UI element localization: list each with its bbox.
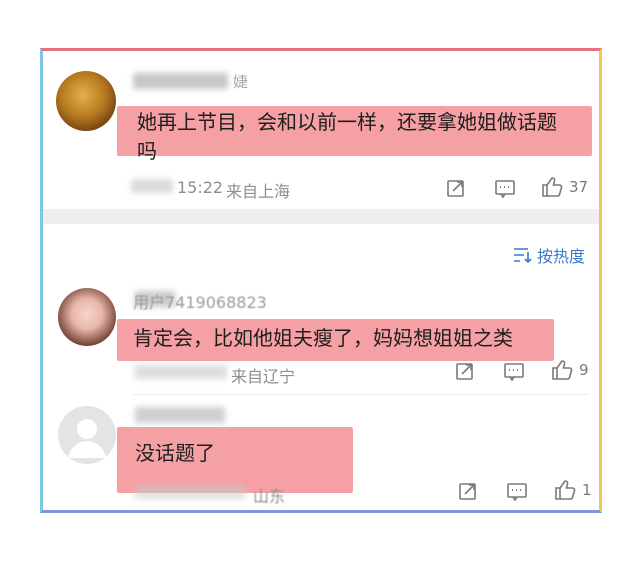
like-button[interactable]: 1 [553, 478, 592, 502]
username-visible[interactable]: 用户7419068823 [133, 289, 267, 313]
like-count: 37 [569, 178, 589, 196]
repost-icon [456, 363, 473, 380]
like-count: 1 [582, 481, 592, 499]
comment-text: 肯定会，比如他姐夫瘦了，妈妈想姐姐之类 [133, 326, 513, 350]
avatar[interactable] [56, 71, 116, 131]
like-icon [542, 177, 563, 197]
comment-icon [504, 363, 524, 382]
repost-button[interactable] [454, 360, 476, 382]
comment-button[interactable] [506, 480, 528, 502]
like-button[interactable]: 37 [540, 175, 588, 199]
sort-label: 按热度 [536, 247, 585, 266]
date-obscured [135, 485, 245, 499]
comment-icon [495, 180, 515, 199]
comment-icon [507, 483, 527, 502]
section-divider [43, 209, 599, 224]
default-avatar-icon [68, 419, 106, 458]
username-obscured [133, 73, 228, 89]
repost-button[interactable] [445, 177, 467, 199]
repost-icon [459, 483, 476, 500]
like-icon [552, 360, 573, 380]
repost-button[interactable] [457, 480, 479, 502]
date-obscured [135, 365, 227, 379]
date-obscured [131, 179, 173, 193]
comment-separator [133, 394, 589, 395]
username-visible[interactable]: 婕 [233, 71, 248, 92]
comment-location: 来自上海 [226, 182, 291, 201]
comment-location: 山东 [253, 487, 286, 506]
sort-by-hot-button[interactable]: 按热度 [512, 243, 585, 267]
like-button[interactable]: 9 [550, 358, 589, 382]
comment-location: 来自辽宁 [231, 367, 296, 386]
avatar[interactable] [58, 406, 116, 464]
comment-panel: 婕 她再上节目，会和以前一样，还要拿她姐做话题 吗 15:22 来自上海 37 … [40, 48, 602, 513]
comment-button[interactable] [503, 360, 525, 382]
comment-time: 15:22 [177, 178, 224, 197]
sort-icon [513, 248, 532, 264]
comment-button[interactable] [494, 177, 516, 199]
avatar[interactable] [58, 288, 116, 346]
like-icon [555, 480, 576, 500]
comment-text: 没话题了 [135, 441, 215, 465]
repost-icon [447, 180, 464, 197]
like-count: 9 [579, 361, 589, 379]
comment-text: 她再上节目，会和以前一样，还要拿她姐做话题 吗 [137, 110, 557, 163]
username-obscured [135, 407, 225, 423]
